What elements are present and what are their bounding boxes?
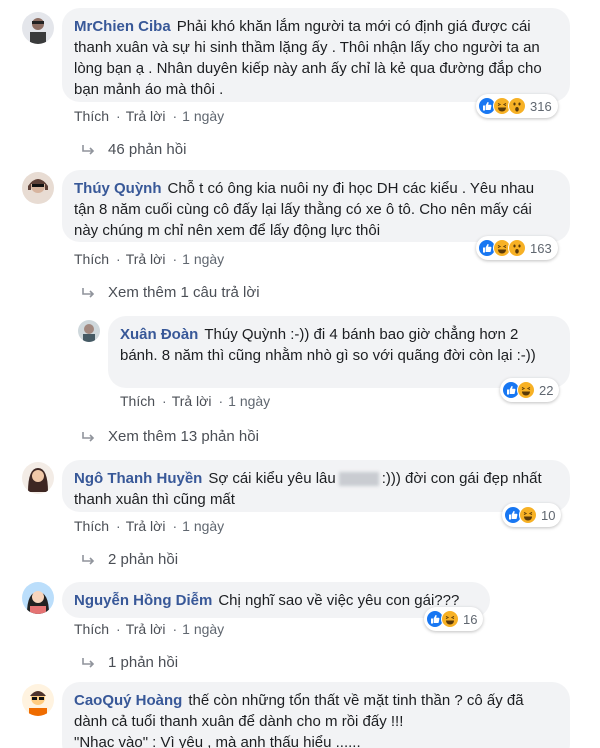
view-replies-label: 1 phản hồi	[108, 654, 179, 671]
reply-arrow-icon	[82, 656, 94, 668]
comment-actions: Thích · Trả lời · 1 ngày	[120, 393, 271, 409]
reply-button[interactable]: Trả lời	[172, 393, 212, 409]
reply-arrow-icon	[82, 143, 94, 155]
reply-arrow-icon	[82, 286, 94, 298]
comment-text-part1: Sợ cái kiểu yêu lâu	[208, 470, 336, 487]
reactions-summary[interactable]: 163	[476, 236, 558, 260]
avatar[interactable]	[22, 172, 54, 204]
comment-actions: Thích · Trả lời · 1 ngày	[74, 251, 225, 267]
reactions-summary[interactable]: 22	[500, 378, 560, 402]
comment-actions: Thích · Trả lời · 1 ngày	[74, 518, 225, 534]
avatar[interactable]	[78, 320, 100, 342]
comment-bubble: Ngô Thanh Huyền Sợ cái kiểu yêu lâu:))) đ…	[62, 460, 570, 512]
haha-reaction-icon	[517, 381, 535, 399]
view-replies-link[interactable]: 1 phản hồi	[80, 654, 178, 671]
comment-bubble: MrChien Ciba Phải khó khăn lắm người ta m…	[62, 8, 570, 102]
comment-time[interactable]: 1 ngày	[182, 108, 224, 124]
view-replies-label: Xem thêm 13 phản hồi	[108, 428, 259, 445]
comment-actions: Thích · Trả lời · 1 ngày	[74, 621, 225, 637]
reply-arrow-icon	[82, 430, 94, 442]
reply-button[interactable]: Trả lời	[126, 621, 166, 637]
reactions-summary[interactable]: 316	[476, 94, 558, 118]
view-replies-link[interactable]: 2 phản hồi	[80, 551, 178, 568]
comment-text: Chị nghĩ sao về việc yêu con gái???	[218, 592, 460, 609]
comment-actions: Thích · Trả lời · 1 ngày	[74, 108, 225, 124]
comment-text-line2: "Nhạc vào" : Vì yêu , mà anh thấu hiểu .…	[74, 734, 361, 748]
view-replies-label: 46 phản hồi	[108, 141, 187, 158]
avatar[interactable]	[22, 582, 54, 614]
haha-reaction-icon	[519, 506, 537, 524]
avatar[interactable]	[22, 12, 54, 44]
avatar[interactable]	[22, 684, 54, 716]
reaction-count: 10	[541, 507, 556, 523]
redacted-text	[338, 472, 379, 487]
comment-author[interactable]: Nguyễn Hồng Diễm	[74, 592, 212, 609]
comment-author[interactable]: CaoQuý Hoàng	[74, 692, 182, 709]
comment-bubble: CaoQuý Hoàng thế còn những tổn thất về mặ…	[62, 682, 570, 748]
view-replies-link[interactable]: 46 phản hồi	[80, 141, 186, 158]
haha-reaction-icon	[441, 610, 459, 628]
like-button[interactable]: Thích	[74, 251, 109, 267]
comment-time[interactable]: 1 ngày	[228, 393, 270, 409]
avatar[interactable]	[22, 462, 54, 494]
reactions-summary[interactable]: 16	[424, 607, 484, 631]
reaction-count: 22	[539, 382, 554, 398]
like-button[interactable]: Thích	[74, 621, 109, 637]
reaction-count: 316	[530, 98, 552, 114]
view-more-replies-link[interactable]: Xem thêm 1 câu trả lời	[80, 284, 260, 301]
view-replies-label: Xem thêm 1 câu trả lời	[108, 284, 260, 301]
like-button[interactable]: Thích	[74, 518, 109, 534]
reply-arrow-icon	[82, 553, 94, 565]
reply-button[interactable]: Trả lời	[126, 251, 166, 267]
comment-time[interactable]: 1 ngày	[182, 251, 224, 267]
comment-time[interactable]: 1 ngày	[182, 621, 224, 637]
comment-bubble: Thúy Quỳnh Chỗ t có ông kia nuôi ny đi họ…	[62, 170, 570, 242]
reply-button[interactable]: Trả lời	[126, 108, 166, 124]
comment-author[interactable]: Xuân Đoàn	[120, 326, 198, 343]
reactions-summary[interactable]: 10	[502, 503, 562, 527]
reaction-count: 163	[530, 240, 552, 256]
wow-reaction-icon	[508, 97, 526, 115]
comment-author[interactable]: MrChien Ciba	[74, 18, 171, 35]
comment-time[interactable]: 1 ngày	[182, 518, 224, 534]
wow-reaction-icon	[508, 239, 526, 257]
reply-button[interactable]: Trả lời	[126, 518, 166, 534]
view-replies-label: 2 phản hồi	[108, 551, 179, 568]
like-button[interactable]: Thích	[120, 393, 155, 409]
like-button[interactable]: Thích	[74, 108, 109, 124]
comment-author[interactable]: Ngô Thanh Huyền	[74, 470, 202, 487]
reply-bubble: Xuân Đoàn Thúy Quỳnh :-)) đi 4 bánh bao g…	[108, 316, 570, 388]
view-more-replies-link[interactable]: Xem thêm 13 phản hồi	[80, 428, 259, 445]
comment-author[interactable]: Thúy Quỳnh	[74, 180, 162, 197]
reaction-count: 16	[463, 611, 478, 627]
